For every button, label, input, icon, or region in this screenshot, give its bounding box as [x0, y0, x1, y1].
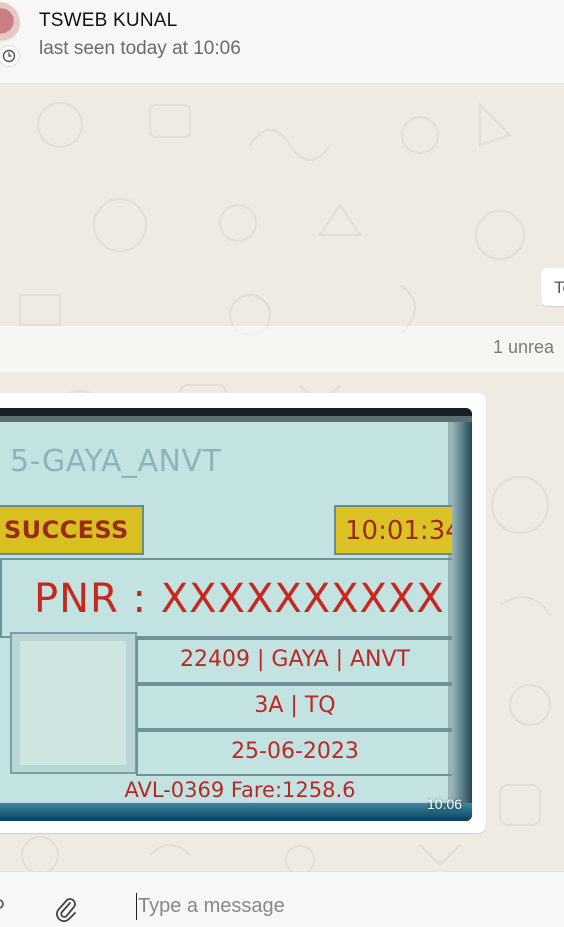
pnr-box: PNR : XXXXXXXXXX — [0, 558, 466, 638]
contact-name[interactable]: TSWEB KUNAL — [39, 10, 177, 32]
class-quota-row: 3A | TQ — [136, 684, 454, 730]
last-seen-status: last seen today at 10:06 — [39, 38, 241, 59]
clock-banner: 10:01:34 — [334, 505, 465, 555]
station-route-title: 5-GAYA_ANVT — [10, 444, 222, 479]
date-divider-pill: To — [541, 268, 564, 306]
fare-line: AVL-0369 Fare:1258.6 — [124, 778, 356, 802]
unread-count-label: 1 unrea — [493, 337, 555, 357]
success-banner: SUCCESS — [0, 505, 144, 555]
ticket-photo[interactable]: 5-GAYA_ANVT SUCCESS 10:01:34 PNR : XXXXX… — [0, 408, 472, 821]
status-clock-icon — [0, 45, 20, 67]
chat-panel[interactable]: To 1 unrea 5-GAYA_ANVT SUCCESS 10:01:34 … — [0, 85, 564, 871]
device-bottom — [0, 803, 472, 821]
success-label: SUCCESS — [4, 516, 129, 544]
unread-divider — [0, 326, 564, 372]
train-route-row: 22409 | GAYA | ANVT — [136, 638, 454, 684]
clock-label: 10:01:34 — [345, 516, 462, 546]
message-timestamp: 10:06 — [427, 796, 463, 812]
message-composer[interactable] — [0, 871, 564, 927]
paperclip-icon[interactable] — [55, 896, 77, 922]
device-edge — [452, 422, 472, 821]
pnr-text: PNR : XXXXXXXXXX — [34, 576, 445, 622]
chat-header[interactable]: TSWEB KUNAL last seen today at 10:06 — [0, 0, 564, 84]
contact-avatar[interactable] — [0, 2, 20, 44]
lcd-screen: 5-GAYA_ANVT SUCCESS 10:01:34 PNR : XXXXX… — [0, 422, 466, 802]
passenger-photo-slot — [10, 632, 137, 774]
message-input[interactable] — [138, 888, 538, 924]
text-cursor — [136, 893, 137, 920]
passenger-photo-placeholder — [20, 641, 126, 765]
travel-date-row: 25-06-2023 — [136, 730, 454, 776]
emoji-icon[interactable] — [0, 899, 4, 909]
